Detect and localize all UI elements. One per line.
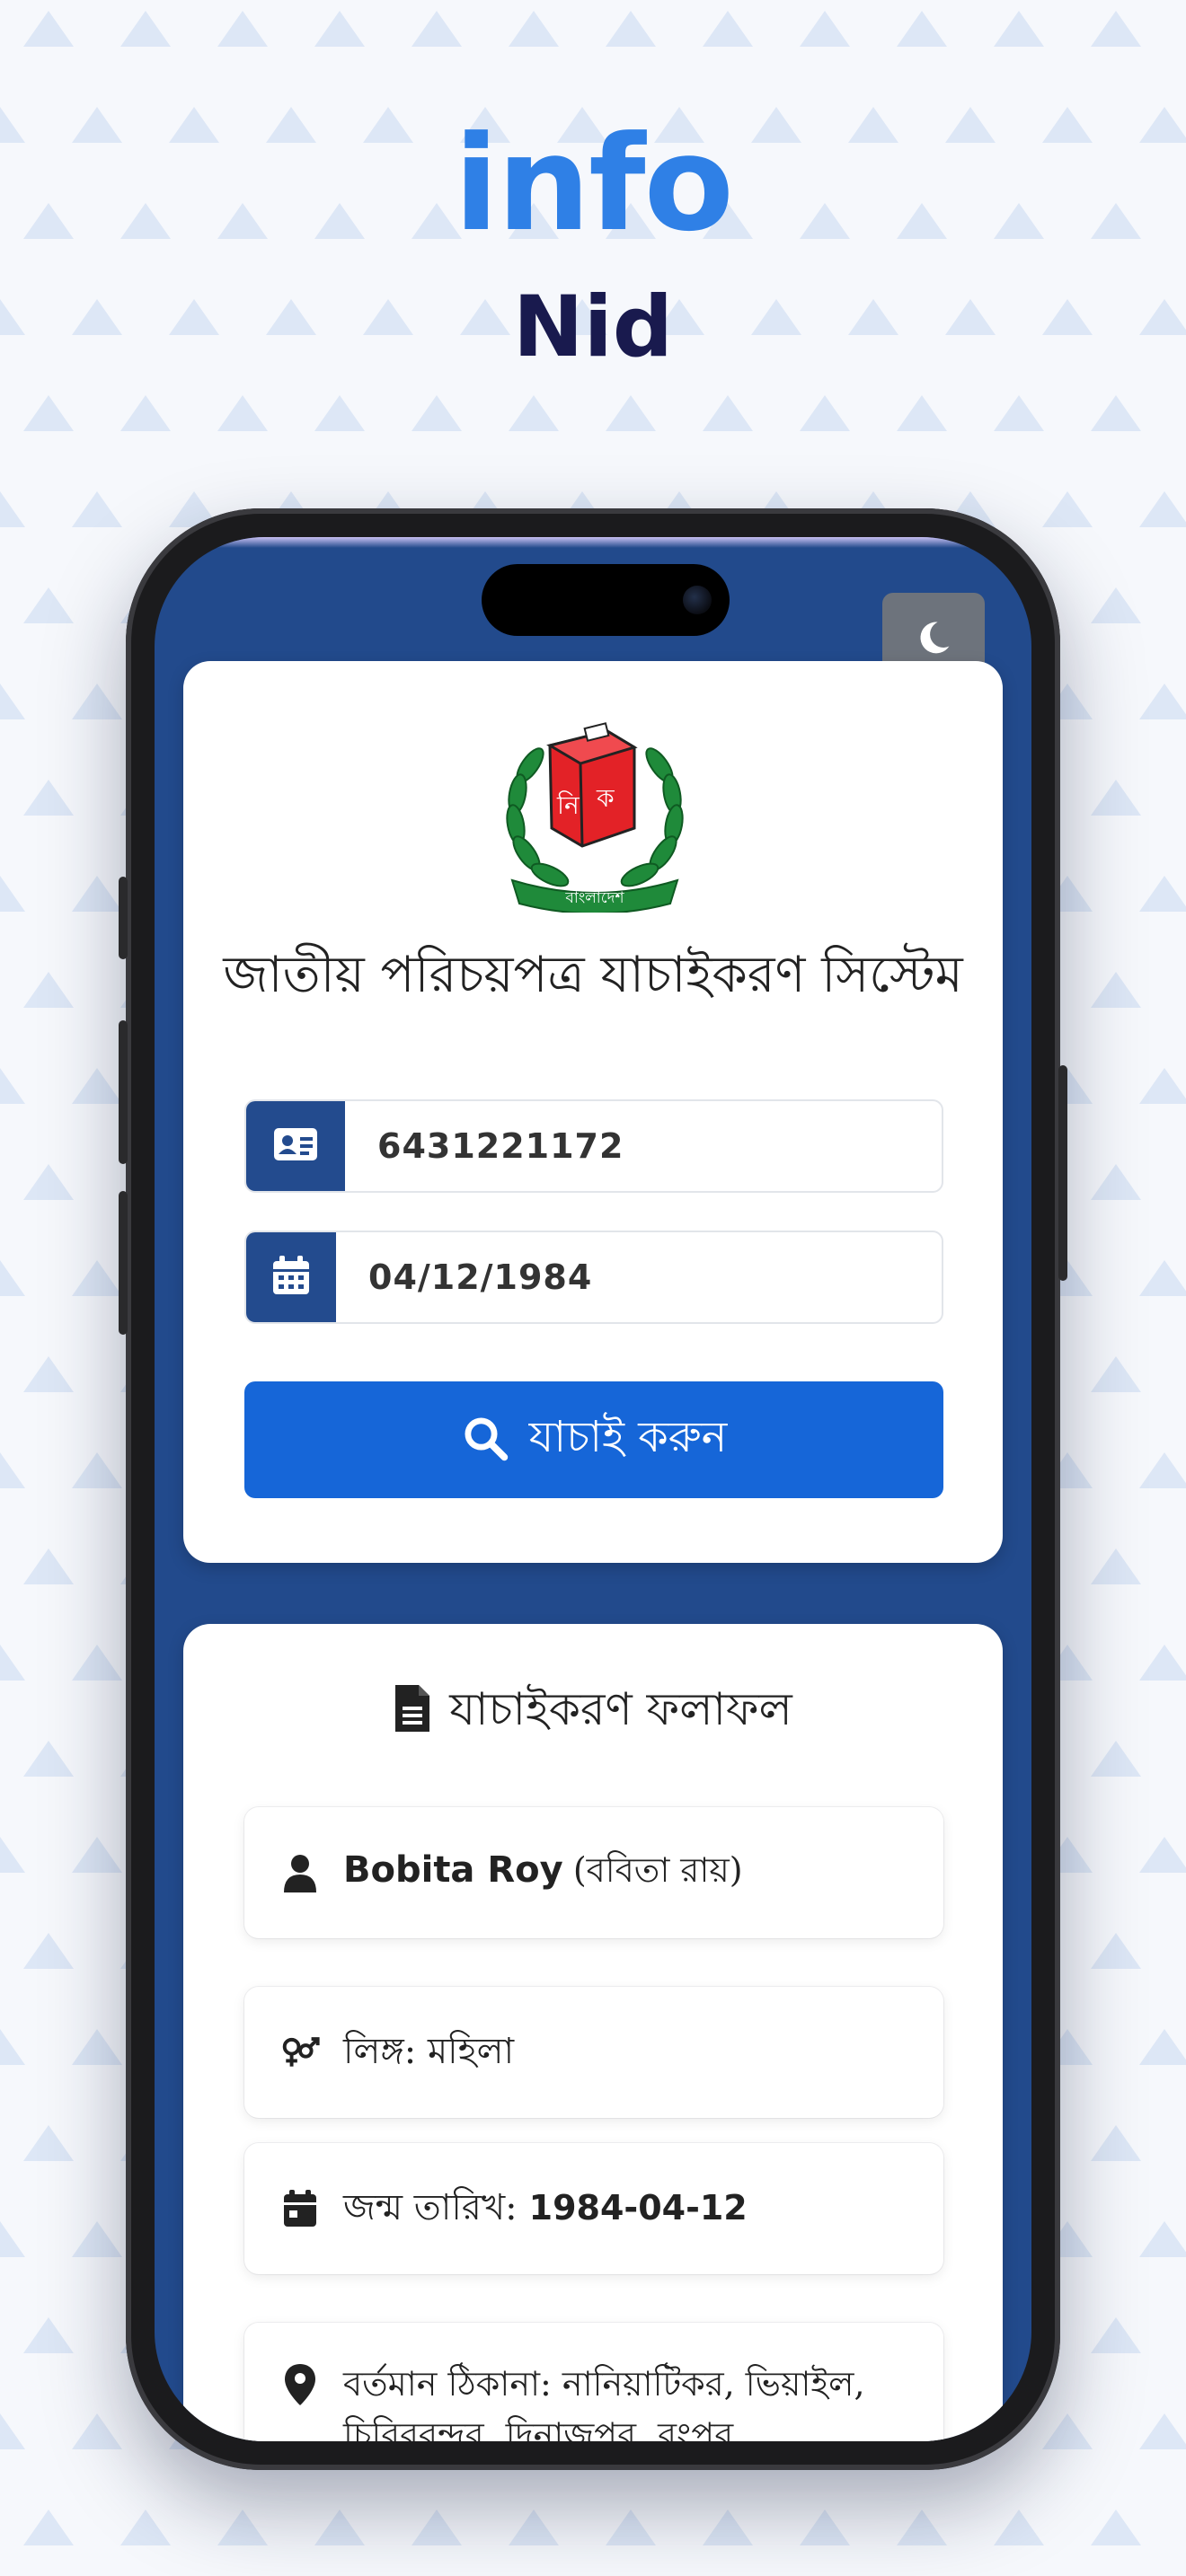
result-gender-row: লিঙ্গ: মহিলা [244,1987,943,2118]
result-address: বর্তমান ঠিকানা: নানিয়াটিকর, ভিয়াইল, চি… [343,2364,865,2441]
nid-input[interactable]: 6431221172 [345,1101,624,1191]
result-name-bangla: (ববিতা রায়) [572,1850,743,1890]
hero-title: info [454,108,734,260]
election-commission-emblem: নি ক বাংলাদেশ [500,720,690,914]
phone-volume-up-button [119,1020,128,1164]
result-dob-value: 1984-04-12 [528,2187,748,2228]
nid-input-group[interactable]: 6431221172 [244,1099,943,1193]
phone-screen: নি ক বাংলাদেশ জাতীয় পরিচয়পত্র যাচাইকরণ… [155,537,1031,2441]
emblem-letter-left: নি [556,790,580,820]
verification-result-card: যাচাইকরণ ফলাফল Bobita Roy (ববিতা রায়) ল… [183,1624,1003,2441]
phone-action-button [119,877,128,959]
result-name-row: Bobita Roy (ববিতা রায়) [244,1807,943,1938]
nid-addon [246,1101,345,1191]
front-camera [683,586,712,614]
gender-icon [280,2031,320,2074]
user-icon [280,1853,320,1892]
emblem-ribbon-text: বাংলাদেশ [564,889,624,907]
form-title: জাতীয় পরিচয়পত্র যাচাইকরণ সিস্টেম [223,946,963,1004]
document-icon [394,1683,431,1744]
hero-subtitle: Nid [512,278,674,376]
dob-input[interactable]: 04/12/1984 [336,1232,592,1322]
dob-addon [246,1232,336,1322]
result-dob-label: জন্ম তারিখ: [343,2186,518,2228]
result-header: যাচাইকরণ ফলাফল [183,1676,1003,1751]
phone-frame: নি ক বাংলাদেশ জাতীয় পরিচয়পত্র যাচাইকরণ… [119,508,1067,2470]
dynamic-island [482,564,730,636]
result-name-english: Bobita Roy [343,1849,563,1891]
phone-volume-down-button [119,1191,128,1335]
status-tint [155,537,1031,548]
phone-power-button [1058,1065,1067,1281]
verify-button[interactable]: যাচাই করুন [244,1381,943,1498]
result-address-row: বর্তমান ঠিকানা: নানিয়াটিকর, ভিয়াইল, চি… [244,2323,943,2441]
result-gender: লিঙ্গ: মহিলা [343,2030,515,2072]
search-icon [461,1414,509,1466]
emblem-letter-right: ক [596,783,615,813]
result-dob-row: জন্ম তারিখ: 1984-04-12 [244,2143,943,2274]
verification-form-card: নি ক বাংলাদেশ জাতীয় পরিচয়পত্র যাচাইকরণ… [183,661,1003,1563]
calendar-icon [272,1256,310,1299]
moon-icon [914,618,953,661]
verify-button-label: যাচাই করুন [528,1411,728,1462]
result-title: যাচাইকরণ ফলাফল [449,1683,792,1735]
calendar-icon [280,2190,320,2228]
location-pin-icon [280,2359,320,2405]
id-card-icon [273,1127,318,1165]
dob-input-group[interactable]: 04/12/1984 [244,1231,943,1324]
